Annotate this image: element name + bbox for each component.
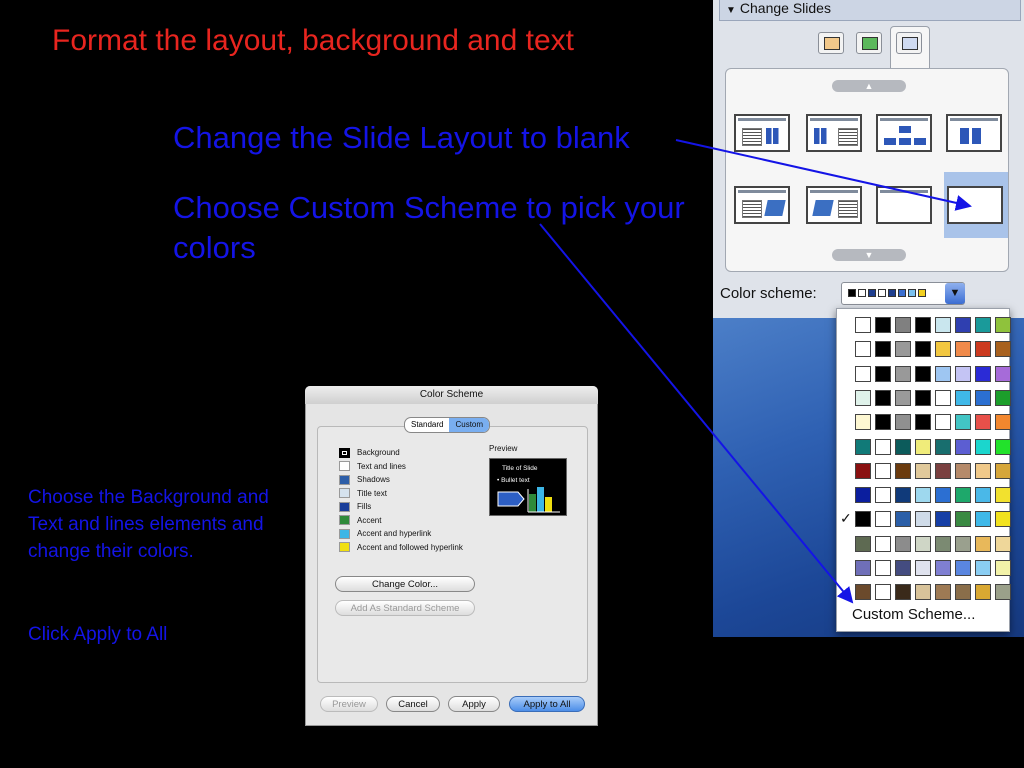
arrow-to-blank-layout bbox=[675, 139, 972, 211]
annotation-arrows bbox=[539, 139, 972, 604]
arrow-to-custom-scheme bbox=[539, 223, 854, 604]
